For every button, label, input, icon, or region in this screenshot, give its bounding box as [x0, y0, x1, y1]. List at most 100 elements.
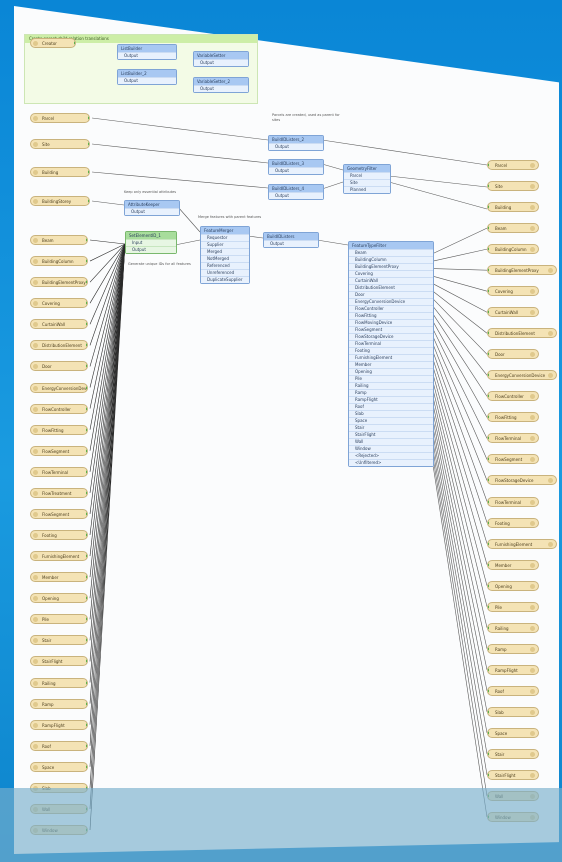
- input-port[interactable]: [488, 625, 489, 630]
- port-label[interactable]: Wall: [349, 438, 433, 445]
- output-port[interactable]: [86, 343, 87, 348]
- feature-reader[interactable]: DistributionElement: [30, 340, 88, 351]
- port-label[interactable]: Output: [125, 208, 179, 215]
- feature-writer[interactable]: FlowTerminal: [487, 496, 539, 507]
- feature-reader[interactable]: FurnishingElement: [30, 551, 88, 562]
- input-port[interactable]: [488, 709, 489, 714]
- output-port[interactable]: [86, 259, 87, 264]
- port-label[interactable]: Railing: [349, 382, 433, 389]
- feature-reader[interactable]: FlowSegment: [30, 445, 88, 456]
- port-label[interactable]: FlowFitting: [349, 312, 433, 319]
- feature-reader[interactable]: CurtainWall: [30, 319, 88, 330]
- feature-reader[interactable]: StairFlight: [30, 656, 88, 667]
- feature-writer[interactable]: Slab: [487, 706, 539, 717]
- port-label[interactable]: Beam: [349, 249, 433, 256]
- input-port[interactable]: [488, 730, 489, 735]
- feature-writer[interactable]: FlowSegment: [487, 454, 539, 465]
- feature-writer[interactable]: Covering: [487, 286, 539, 297]
- output-port[interactable]: [86, 554, 87, 559]
- feature-writer[interactable]: Railing: [487, 622, 539, 633]
- input-port[interactable]: [488, 667, 489, 672]
- input-port[interactable]: [488, 331, 489, 336]
- port-label[interactable]: Pile: [349, 375, 433, 382]
- list-builder-2[interactable]: ListBuilder_2 Output: [117, 69, 177, 85]
- port-label[interactable]: Member: [349, 361, 433, 368]
- input-port[interactable]: [488, 583, 489, 588]
- feature-writer[interactable]: FurnishingElement: [487, 538, 557, 549]
- feature-reader[interactable]: FlowTerminal: [30, 466, 88, 477]
- port-label[interactable]: Window: [349, 445, 433, 452]
- feature-writer[interactable]: EnergyConversionDevice: [487, 370, 557, 381]
- output-port[interactable]: [88, 142, 89, 146]
- output-port[interactable]: [86, 638, 87, 643]
- input-port[interactable]: [488, 289, 489, 294]
- feature-writer[interactable]: Site: [487, 181, 539, 192]
- output-port[interactable]: [86, 301, 87, 306]
- feature-reader[interactable]: Site: [30, 139, 90, 149]
- feature-writer[interactable]: BuildingElementProxy: [487, 265, 557, 276]
- build-id-5[interactable]: BuildIDListers Output: [263, 232, 319, 248]
- output-port[interactable]: [74, 41, 75, 45]
- port-label[interactable]: CurtainWall: [349, 277, 433, 284]
- port-label[interactable]: Input: [126, 239, 176, 246]
- feature-reader[interactable]: Footing: [30, 530, 88, 540]
- feature-reader[interactable]: FlowFitting: [30, 424, 88, 435]
- port-label[interactable]: Door: [349, 291, 433, 298]
- feature-reader[interactable]: Ramp: [30, 698, 88, 709]
- creator-node[interactable]: Creator: [30, 38, 76, 48]
- output-port[interactable]: [86, 280, 87, 285]
- feature-writer[interactable]: RampFlight: [487, 664, 539, 675]
- feature-reader[interactable]: Member: [30, 572, 88, 583]
- variable-setter-2[interactable]: VariableSetter_2 Output: [193, 77, 249, 93]
- input-port[interactable]: [488, 373, 489, 378]
- port-label[interactable]: BuildingColumn: [349, 256, 433, 263]
- output-port[interactable]: [86, 490, 87, 495]
- input-port[interactable]: [488, 163, 489, 167]
- feature-writer[interactable]: FlowTerminal: [487, 433, 539, 444]
- port-label[interactable]: Output: [269, 143, 323, 150]
- feature-writer[interactable]: Ramp: [487, 643, 539, 654]
- port-label[interactable]: Footing: [349, 347, 433, 354]
- port-label[interactable]: Space: [349, 417, 433, 424]
- feature-reader[interactable]: Roof: [30, 740, 88, 751]
- feature-reader[interactable]: FlowController: [30, 403, 88, 414]
- feature-reader[interactable]: Parcel: [30, 113, 90, 123]
- port-label[interactable]: <Unfiltered>: [349, 459, 433, 466]
- feature-writer[interactable]: Beam: [487, 223, 539, 234]
- input-port[interactable]: [488, 772, 489, 777]
- output-port[interactable]: [86, 238, 87, 242]
- input-port[interactable]: [488, 541, 489, 546]
- port-label[interactable]: Output: [269, 167, 323, 174]
- port-label[interactable]: Requestor: [201, 234, 249, 241]
- feature-reader[interactable]: Space: [30, 761, 88, 772]
- build-id-3[interactable]: BuildIDListers_3 Output: [268, 159, 324, 175]
- feature-writer[interactable]: Parcel: [487, 160, 539, 170]
- output-port[interactable]: [86, 511, 87, 516]
- port-label[interactable]: Referenced: [201, 262, 249, 269]
- geometry-filter[interactable]: GeometryFilter Parcel Site Planned: [343, 164, 391, 194]
- feature-writer[interactable]: Pile: [487, 601, 539, 612]
- input-port[interactable]: [488, 352, 489, 357]
- input-port[interactable]: [488, 646, 489, 651]
- feature-reader[interactable]: Pile: [30, 614, 88, 625]
- feature-reader[interactable]: RampFlight: [30, 719, 88, 730]
- input-port[interactable]: [488, 268, 489, 273]
- port-label[interactable]: Merged: [201, 248, 249, 255]
- feature-reader[interactable]: BuildingColumn: [30, 256, 88, 267]
- feature-writer[interactable]: Roof: [487, 685, 539, 696]
- feature-writer[interactable]: Opening: [487, 580, 539, 591]
- feature-merger[interactable]: FeatureMerger Requestor Supplier Merged Not…: [200, 226, 250, 284]
- port-label[interactable]: Parcel: [344, 172, 390, 179]
- feature-writer[interactable]: Footing: [487, 517, 539, 528]
- port-label[interactable]: Planned: [344, 186, 390, 193]
- input-port[interactable]: [488, 415, 489, 420]
- feature-reader[interactable]: BuildingStorey: [30, 196, 90, 206]
- feature-reader[interactable]: FlowSegment: [30, 508, 88, 519]
- feature-writer[interactable]: Member: [487, 559, 539, 570]
- feature-writer[interactable]: FlowFitting: [487, 412, 539, 423]
- output-port[interactable]: [86, 722, 87, 727]
- output-port[interactable]: [86, 406, 87, 411]
- feature-reader[interactable]: Railing: [30, 677, 88, 688]
- port-label[interactable]: Supplier: [201, 241, 249, 248]
- output-port[interactable]: [86, 448, 87, 453]
